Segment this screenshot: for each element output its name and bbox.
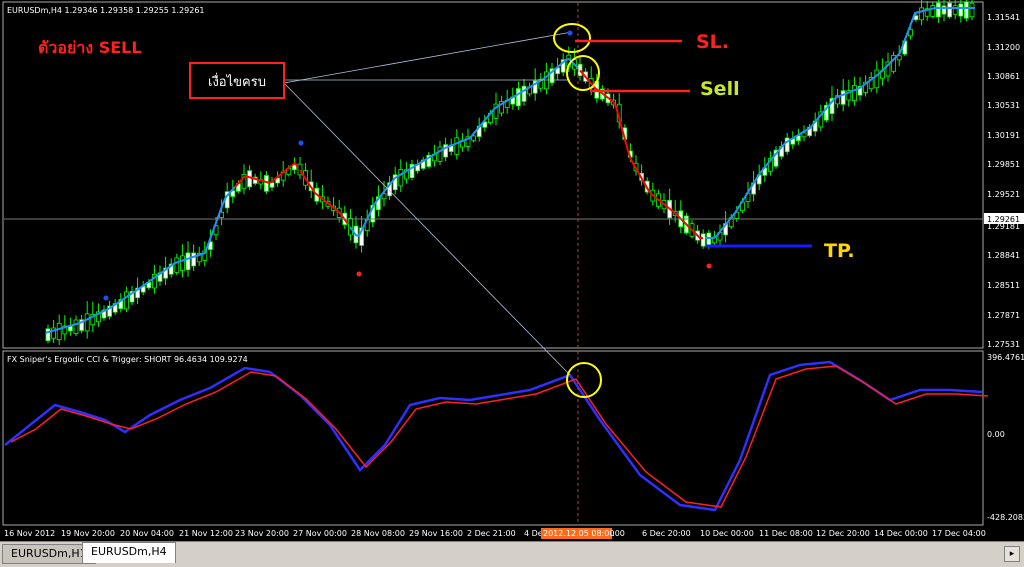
- blue-signal-dot: [567, 30, 573, 36]
- candle: [930, 5, 936, 17]
- candle: [700, 233, 706, 247]
- tabs-scroll-right-icon[interactable]: ▸: [1004, 546, 1020, 562]
- candle: [174, 257, 180, 273]
- candle: [73, 319, 79, 334]
- time-highlight-label: 2012.12.05 08:00: [543, 529, 614, 538]
- candle: [124, 291, 129, 310]
- candle: [964, 1, 969, 19]
- price-label: 1.27531: [987, 340, 1020, 349]
- candle: [516, 88, 521, 107]
- price-label: 1.29521: [987, 190, 1020, 199]
- candle: [191, 252, 197, 267]
- tab-eurusdm-h4[interactable]: EURUSDm,H4: [82, 542, 176, 563]
- candle: [521, 85, 527, 102]
- sl-circle-marker: [553, 23, 591, 53]
- time-label: 28 Nov 08:00: [351, 529, 405, 538]
- current-price-value: 1.29261: [987, 215, 1020, 224]
- indicator-axis-label: 396.4761: [987, 353, 1024, 362]
- candle: [56, 322, 62, 341]
- candle: [84, 313, 90, 332]
- candle: [179, 255, 185, 271]
- candle: [247, 170, 253, 188]
- red-signal-dot: [356, 271, 362, 277]
- time-label: 14 Dec 00:00: [874, 529, 928, 538]
- indicator-axis-label: -428.2083: [987, 513, 1024, 522]
- price-label: 1.31200: [987, 43, 1020, 52]
- price-label: 1.28511: [987, 281, 1020, 290]
- candle: [947, 2, 952, 18]
- price-label: 1.28841: [987, 251, 1020, 260]
- indicator-axis: 396.4761 0.00 -428.2083: [987, 353, 1024, 522]
- time-label: 20 Nov 04:00: [120, 529, 174, 538]
- time-axis: 16 Nov 2012 19 Nov 20:00 20 Nov 04:00 21…: [4, 528, 986, 539]
- sell-label: Sell: [700, 78, 740, 100]
- time-label: 2 Dec 21:00: [467, 529, 516, 538]
- time-label: 6 Dec 20:00: [642, 529, 691, 538]
- time-label: 23 Nov 20:00: [235, 529, 289, 538]
- price-label: 1.30861: [987, 72, 1020, 81]
- time-label: 16 Nov 2012: [4, 529, 55, 538]
- indicator-panel: [2, 350, 984, 526]
- time-label: 12 Dec 20:00: [816, 529, 870, 538]
- candle: [45, 328, 51, 342]
- indicator-axis-label: 0.00: [987, 430, 1005, 439]
- time-label: 17 Dec 04:00: [932, 529, 986, 538]
- condition-box-text: เงื่อไขครบ: [208, 73, 266, 90]
- red-signal-dot: [706, 263, 712, 269]
- example-title: ตัวอย่าง SELL: [38, 38, 142, 57]
- indicator-header: FX Sniper's Ergodic CCI & Trigger: SHORT…: [7, 355, 248, 364]
- candle: [852, 85, 857, 102]
- time-label: 10 Dec 00:00: [700, 529, 754, 538]
- price-label: 1.30191: [987, 131, 1020, 140]
- candle: [398, 169, 404, 187]
- time-label: 27 Nov 00:00: [293, 529, 347, 538]
- moving-average-line: [705, 7, 975, 239]
- time-label: 19 Nov 20:00: [61, 529, 115, 538]
- sl-label: SL.: [696, 31, 729, 53]
- price-label: 1.30531: [987, 101, 1020, 110]
- candle: [936, 2, 941, 18]
- symbol-header: EURUSDm,H4 1.29346 1.29358 1.29255 1.292…: [7, 6, 205, 15]
- price-label: 1.29851: [987, 160, 1020, 169]
- candle: [185, 252, 191, 271]
- trendline-to-sl: [283, 31, 573, 84]
- time-label: 21 Nov 12:00: [179, 529, 233, 538]
- candle: [874, 69, 880, 89]
- time-label: 11 Dec 08:00: [759, 529, 813, 538]
- chart-tabs-bar: EURUSDm,H1 EURUSDm,H4 ▸: [0, 541, 1024, 567]
- price-label: 1.27871: [987, 311, 1020, 320]
- candle: [454, 137, 460, 155]
- candle: [958, 3, 964, 17]
- candle: [263, 175, 269, 192]
- trendline-to-indicator: [283, 82, 571, 376]
- time-label: :00: [612, 529, 625, 538]
- candle: [969, 2, 975, 18]
- candle: [840, 90, 846, 105]
- blue-signal-dot: [298, 140, 304, 146]
- blue-signal-dot: [103, 295, 109, 301]
- candle: [919, 7, 924, 21]
- price-label: 1.31541: [987, 13, 1020, 22]
- trigger-line: [10, 365, 989, 508]
- time-label: 29 Nov 16:00: [409, 529, 463, 538]
- chart-canvas[interactable]: เงื่อไขครบ ตัวอย่าง SELL SL. Sell TP. EU…: [0, 0, 1024, 541]
- candle: [269, 182, 275, 188]
- tp-label: TP.: [824, 240, 855, 262]
- candle: [577, 63, 583, 77]
- price-axis: 1.31541 1.31200 1.30861 1.30531 1.30191 …: [984, 13, 1024, 349]
- moving-average-line: [349, 57, 579, 238]
- ergodic-cci-line: [4, 360, 983, 512]
